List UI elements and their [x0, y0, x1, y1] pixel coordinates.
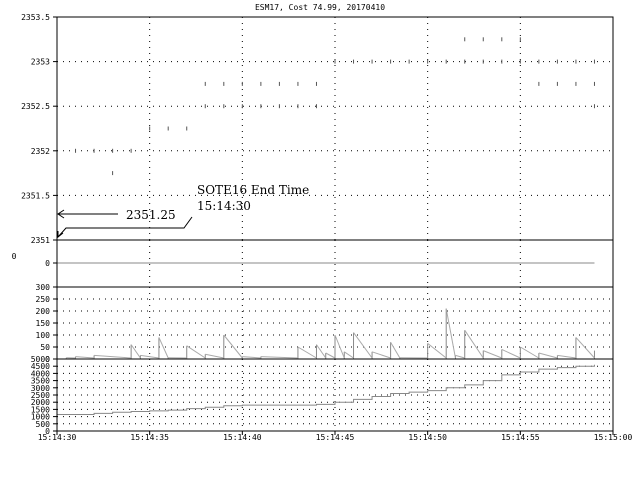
annotation: 2351.25 SOTE16 End Time 15:14:30	[57, 183, 309, 239]
spike-decay	[353, 332, 373, 359]
y-tick-label: 300	[36, 283, 51, 292]
spike-decay	[390, 341, 401, 359]
chart-title: ESM17, Cost 74.99, 20170410	[255, 3, 385, 12]
spike-decay	[501, 348, 521, 359]
spike-decay	[455, 354, 465, 359]
spike-decay	[186, 345, 206, 359]
left-axis-label: 0	[12, 252, 17, 261]
spike-decay	[260, 356, 298, 359]
price-panel: 2351 2351.5 2352 2352.5 2353 2353.5	[21, 13, 614, 245]
spike-decay	[575, 337, 595, 359]
x-tick-label: 15:14:40	[223, 433, 262, 442]
spike-decay	[325, 352, 336, 359]
y-tick-label: 2352	[31, 147, 50, 156]
x-tick-label: 15:14:55	[501, 433, 540, 442]
y-tick-label: 50	[40, 343, 50, 352]
spike-decay	[205, 353, 224, 359]
x-tick-label: 15:14:30	[38, 433, 77, 442]
spike-decay	[334, 334, 345, 359]
y-tick-label: 200	[36, 307, 51, 316]
y-tick-label: 0	[45, 259, 50, 268]
spike-decay	[427, 343, 447, 359]
spike-decay	[75, 356, 95, 359]
x-tick-label: 15:14:50	[408, 433, 447, 442]
y-tick-label: 2353	[31, 58, 50, 67]
spike-decay	[538, 352, 558, 359]
x-tick-label: 15:14:45	[316, 433, 355, 442]
annotation-time: 15:14:30	[197, 199, 251, 213]
zero-line-panel: 00	[12, 239, 614, 288]
spike-decay	[297, 346, 317, 359]
volume-spikes-panel: 300250200150100500	[36, 283, 614, 364]
spike-decay	[520, 346, 540, 359]
y-tick-label: 2351	[31, 236, 50, 245]
spike-decay	[343, 351, 354, 359]
y-tick-label: 2353.5	[21, 13, 50, 22]
spike-decay	[242, 356, 261, 359]
y-tick-label: 2351.5	[21, 191, 50, 200]
spike-decay	[94, 354, 132, 359]
panel-frame	[56, 16, 614, 241]
spike-decay	[464, 329, 484, 359]
spike-decay	[158, 337, 169, 359]
x-tick-label: 15:14:35	[130, 433, 169, 442]
spike-decay	[483, 350, 502, 359]
spike-decay	[140, 354, 160, 359]
cumulative-volume-panel: 5000450040003500300025002000150010005000…	[31, 355, 633, 442]
cumulative-line	[57, 364, 595, 415]
x-tick-label: 15:15:00	[594, 433, 633, 442]
y-tick-label: 250	[36, 295, 51, 304]
y-tick-label: 100	[36, 331, 51, 340]
y-tick-label: 2352.5	[21, 102, 50, 111]
annotation-title: SOTE16 End Time	[197, 183, 309, 197]
chart-canvas: ESM17, Cost 74.99, 20170410 23512351.523…	[12, 3, 633, 442]
annotation-value: 2351.25	[126, 208, 176, 222]
y-tick-label: 150	[36, 319, 51, 328]
spike-decay	[371, 351, 391, 359]
spike-decay	[445, 308, 456, 359]
spike-decay	[557, 354, 577, 359]
spike-decay	[223, 334, 243, 359]
